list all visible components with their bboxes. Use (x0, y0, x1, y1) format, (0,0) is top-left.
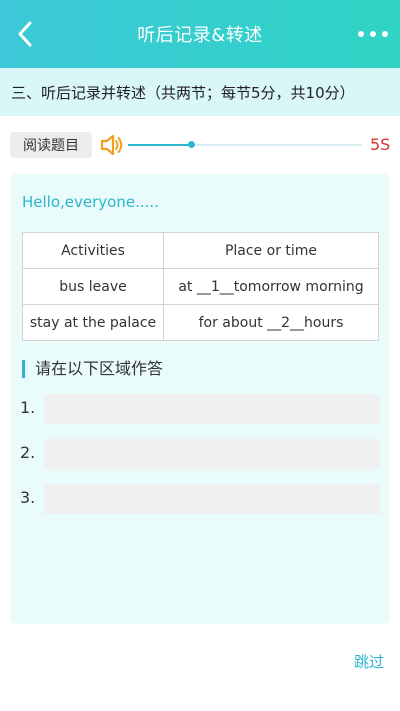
table-row: stay at the palace for about __2__hours (22, 304, 379, 341)
table-cell: at __1__tomorrow morning (163, 268, 379, 305)
table-header-cell: Place or time (163, 232, 379, 269)
table-cell: stay at the palace (22, 304, 164, 341)
dot (382, 31, 388, 37)
audio-progress-knob[interactable] (188, 141, 196, 148)
audio-progress-slider[interactable] (128, 141, 362, 148)
page-title: 听后记录&转述 (137, 25, 263, 46)
skip-button[interactable]: 跳过 (354, 651, 384, 672)
answer-input-3[interactable] (44, 484, 380, 514)
answer-input-1[interactable] (44, 394, 380, 424)
table-header-cell: Activities (22, 232, 164, 269)
answer-number: 3. (20, 488, 36, 507)
section-heading-text: 三、听后记录并转述（共两节；每节5分，共10分） (11, 83, 355, 102)
countdown-timer: 5S (370, 135, 391, 154)
table-cell: bus leave (22, 268, 164, 305)
dot (358, 31, 364, 37)
top-bar: 听后记录&转述 (0, 0, 400, 68)
answer-row-1: 1. (20, 394, 380, 424)
table-cell: for about __2__hours (163, 304, 379, 341)
answer-row-2: 2. (20, 439, 380, 469)
answer-input-2[interactable] (44, 439, 380, 469)
info-table: Activities Place or time bus leave at __… (22, 232, 379, 341)
dot (370, 31, 376, 37)
answer-area-heading: 请在以下区域作答 (22, 360, 163, 378)
answer-number: 1. (20, 398, 36, 417)
speaker-icon[interactable] (99, 132, 125, 158)
table-header-row: Activities Place or time (22, 232, 379, 269)
more-dots-icon[interactable] (358, 20, 388, 48)
read-question-button[interactable]: 阅读题目 (10, 132, 92, 158)
passage-greeting: Hello,everyone..... (22, 193, 159, 211)
section-heading: 三、听后记录并转述（共两节；每节5分，共10分） (0, 68, 400, 116)
chevron-left-icon[interactable] (8, 16, 42, 52)
question-card: Hello,everyone..... Activities Place or … (10, 174, 390, 624)
answer-row-3: 3. (20, 484, 380, 514)
answer-number: 2. (20, 443, 36, 462)
audio-player: 阅读题目 5S (0, 128, 400, 164)
audio-progress-fill (128, 144, 192, 146)
table-row: bus leave at __1__tomorrow morning (22, 268, 379, 305)
